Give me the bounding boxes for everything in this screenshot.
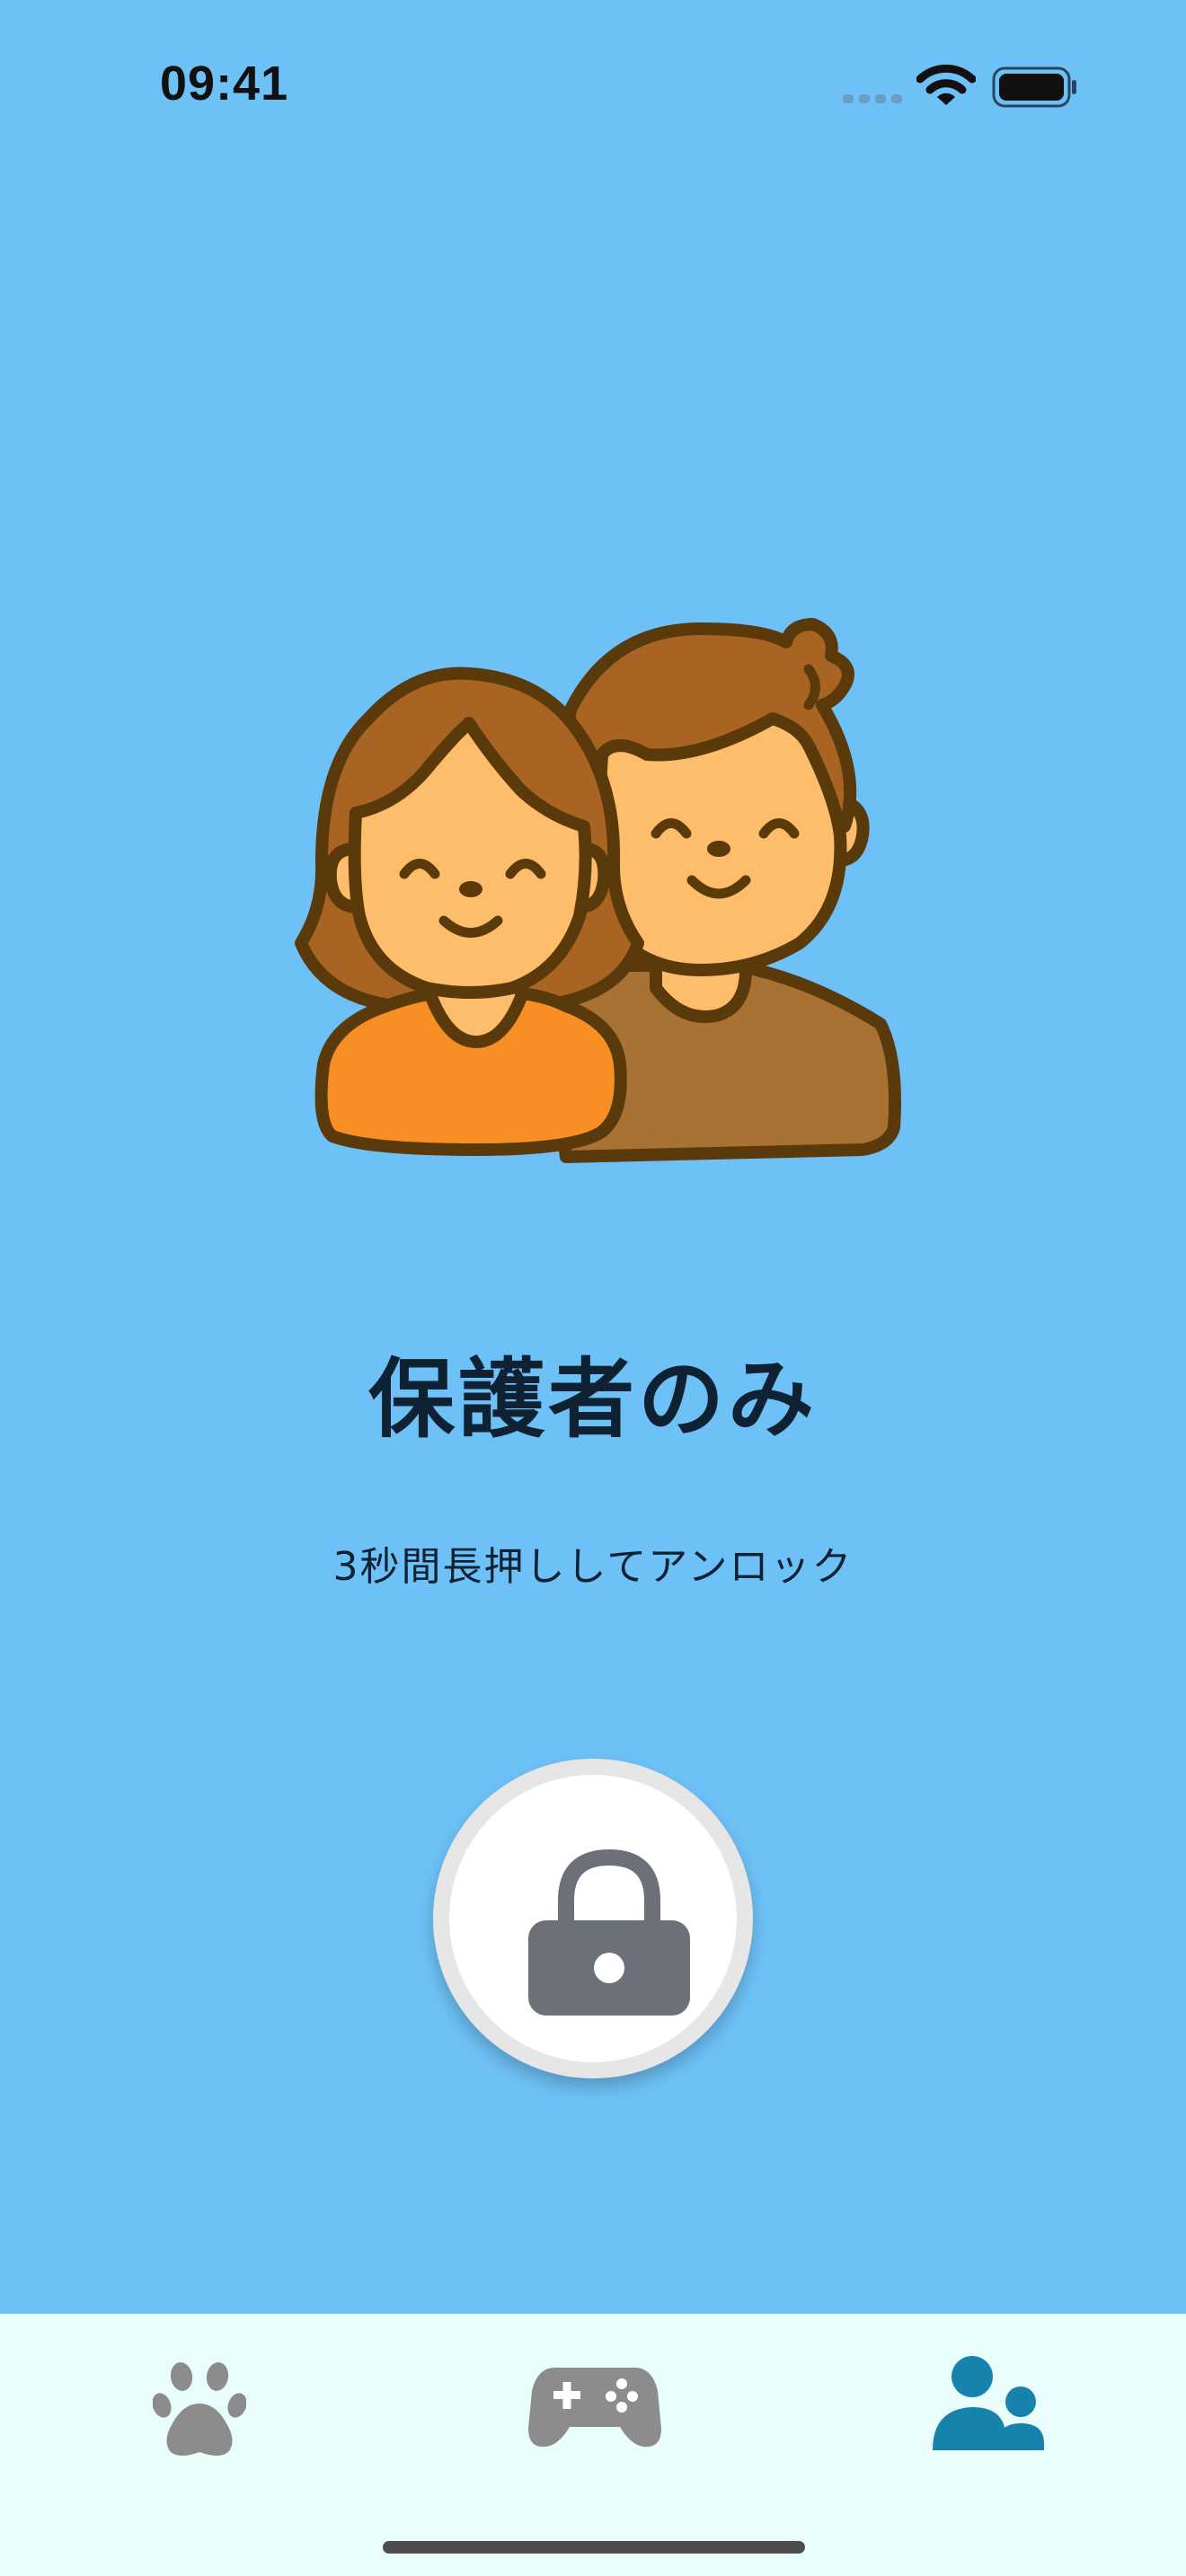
battery-icon xyxy=(992,66,1076,108)
page-title: 保護者のみ xyxy=(368,1349,818,1450)
lock-icon xyxy=(528,1848,690,2016)
cellular-signal-icon xyxy=(843,94,902,103)
wifi-icon xyxy=(916,64,976,105)
tab-bar xyxy=(0,2314,1186,2576)
parents-icon xyxy=(933,2356,1044,2450)
tab-pets[interactable] xyxy=(65,2314,334,2493)
tab-parents[interactable] xyxy=(854,2314,1123,2493)
status-bar: 09:41 xyxy=(0,0,1186,171)
unlock-button-face xyxy=(449,1775,737,2062)
home-indicator[interactable] xyxy=(383,2541,805,2554)
status-time: 09:41 xyxy=(160,57,289,110)
gamepad-icon xyxy=(528,2368,661,2448)
tab-games[interactable] xyxy=(458,2314,728,2493)
unlock-instruction: 3秒間長押ししてアンロック xyxy=(332,1544,854,1590)
parent-gate-screen: 09:41 保護者のみ 3秒間長押ししてアンロック xyxy=(0,0,1186,2576)
parents-couple-icon xyxy=(295,618,901,1163)
unlock-hold-button[interactable] xyxy=(433,1759,753,2078)
paw-icon xyxy=(153,2362,246,2456)
